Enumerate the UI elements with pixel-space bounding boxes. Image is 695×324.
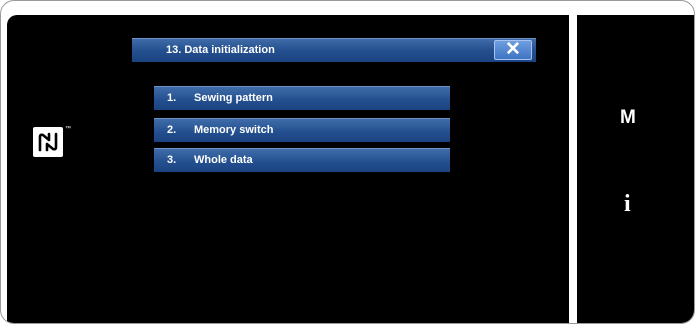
- menu-item-label: Whole data: [194, 154, 253, 166]
- mode-button[interactable]: M: [620, 107, 636, 129]
- menu-item-label: Memory switch: [194, 124, 274, 136]
- nfc-trademark: ™: [65, 126, 71, 132]
- dialog-title-bar: 13. Data initialization ✕: [132, 38, 536, 62]
- nfc-icon[interactable]: [33, 127, 63, 157]
- menu-item-whole-data[interactable]: 3. Whole data: [154, 148, 450, 172]
- close-button[interactable]: ✕: [494, 40, 532, 60]
- info-icon[interactable]: i: [624, 191, 631, 218]
- side-panel: [577, 15, 694, 323]
- close-icon: ✕: [505, 39, 521, 60]
- menu-item-number: 3.: [167, 154, 177, 166]
- dialog-title: 13. Data initialization: [166, 44, 275, 56]
- menu-item-memory-switch[interactable]: 2. Memory switch: [154, 118, 450, 142]
- menu-item-label: Sewing pattern: [194, 92, 273, 104]
- menu-item-number: 2.: [167, 124, 177, 136]
- menu-item-sewing-pattern[interactable]: 1. Sewing pattern: [154, 86, 450, 110]
- menu-item-number: 1.: [167, 92, 177, 104]
